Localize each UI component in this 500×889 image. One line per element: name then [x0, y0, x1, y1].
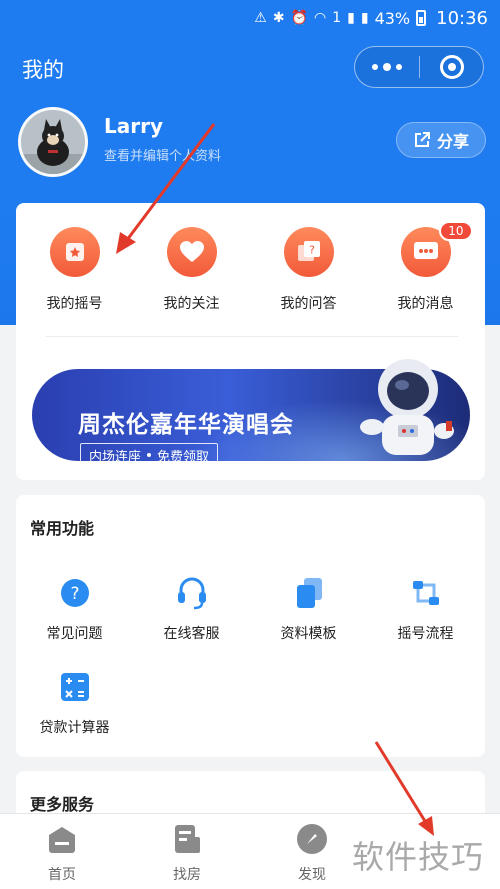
banner-tag-right: 免费领取	[157, 449, 210, 462]
svg-text:?: ?	[309, 244, 315, 257]
status-time: 10:36	[436, 7, 488, 29]
compass-icon	[295, 822, 329, 856]
concert-banner[interactable]: 周杰伦嘉年华演唱会 内场连座 免费领取	[32, 351, 470, 463]
share-label: 分享	[436, 132, 469, 151]
calculator-icon	[55, 667, 95, 707]
func-online-support[interactable]: 在线客服	[133, 573, 250, 643]
page-title: 我的	[22, 58, 64, 82]
banner-tag: 内场连座 免费领取	[80, 443, 219, 462]
dog-avatar-image	[21, 110, 85, 174]
func-document-templates[interactable]: 资料模板	[250, 573, 367, 643]
mini-program-capsule	[354, 46, 484, 88]
share-icon	[414, 132, 430, 147]
star-card-icon	[49, 227, 100, 277]
avatar[interactable]	[18, 107, 88, 177]
notification-icon: ⚠	[254, 10, 267, 26]
signal-icon: ▮	[347, 10, 355, 26]
battery-percent: 43%	[374, 8, 411, 28]
house-search-icon	[170, 822, 204, 856]
section-title: 常用功能	[30, 519, 95, 538]
divider	[46, 336, 458, 337]
status-bar: ⚠ ✱ ⏰ ◠ 1 ▮ ▮ 43% 10:36	[0, 0, 500, 36]
share-button[interactable]: 分享	[396, 122, 486, 158]
signal-icon-2: ▮	[360, 10, 369, 26]
quick-action-my-follow[interactable]: 我的关注	[133, 227, 250, 313]
tab-label: 找房	[173, 867, 201, 883]
target-icon	[439, 55, 464, 79]
home-icon	[45, 822, 79, 856]
edit-profile-hint[interactable]: 查看并编辑个人资料	[104, 145, 221, 164]
quick-action-my-lottery[interactable]: 我的摇号	[16, 227, 133, 313]
battery-icon	[416, 10, 427, 26]
more-menu-button[interactable]	[355, 47, 419, 87]
more-dot-icon	[383, 63, 391, 71]
close-mini-program-button[interactable]	[420, 47, 483, 87]
flow-icon	[406, 573, 446, 613]
username[interactable]: Larry	[104, 114, 163, 138]
wifi-icon: ◠	[313, 10, 327, 26]
unread-badge: 10	[439, 221, 473, 241]
astronaut-icon	[360, 359, 454, 455]
quick-action-my-messages[interactable]: 10 我的消息	[367, 221, 484, 313]
quick-actions-card: 我的摇号 我的关注 ? 我的问答 10 我的消息 周杰伦嘉年华演唱会 内场连座 …	[16, 203, 485, 480]
func-label: 常见问题	[46, 626, 103, 642]
document-icon	[289, 573, 329, 613]
banner-title: 周杰伦嘉年华演唱会	[78, 412, 294, 438]
func-label: 在线客服	[163, 626, 220, 642]
tab-label: 首页	[48, 867, 76, 883]
quick-action-my-qa[interactable]: ? 我的问答	[250, 227, 367, 313]
quick-action-label: 我的问答	[280, 296, 337, 312]
heart-icon	[166, 227, 217, 277]
more-dot-icon	[396, 64, 402, 70]
func-label: 贷款计算器	[39, 720, 110, 736]
question-icon: ?	[55, 573, 95, 613]
common-functions-card: 常用功能 ? 常见问题 在线客服 资料模板 摇号流程 贷款计算器	[16, 495, 485, 757]
bluetooth-icon: ✱	[272, 10, 285, 26]
banner-tag-left: 内场连座	[89, 449, 142, 462]
tab-discover[interactable]: 发现	[262, 822, 362, 884]
svg-text:?: ?	[70, 584, 79, 604]
more-dot-icon	[372, 64, 378, 70]
func-lottery-process[interactable]: 摇号流程	[367, 573, 484, 643]
section-title: 更多服务	[30, 795, 95, 814]
func-loan-calculator[interactable]: 贷款计算器	[16, 667, 133, 737]
quick-action-label: 我的消息	[397, 296, 454, 312]
tab-find-house[interactable]: 找房	[137, 822, 237, 884]
qa-icon: ?	[283, 227, 334, 277]
quick-action-label: 我的关注	[163, 296, 220, 312]
sim-icon: 1	[332, 10, 342, 26]
func-label: 资料模板	[280, 626, 337, 642]
func-label: 摇号流程	[397, 626, 454, 642]
tab-home[interactable]: 首页	[12, 822, 112, 884]
quick-action-label: 我的摇号	[46, 296, 103, 312]
func-faq[interactable]: ? 常见问题	[16, 573, 133, 643]
message-icon: 10	[400, 221, 473, 277]
watermark-text: 软件技巧	[352, 838, 485, 876]
separator-dot-icon	[147, 453, 152, 457]
alarm-icon: ⏰	[290, 10, 308, 26]
tab-label: 发现	[298, 867, 326, 883]
headset-icon	[172, 573, 212, 613]
